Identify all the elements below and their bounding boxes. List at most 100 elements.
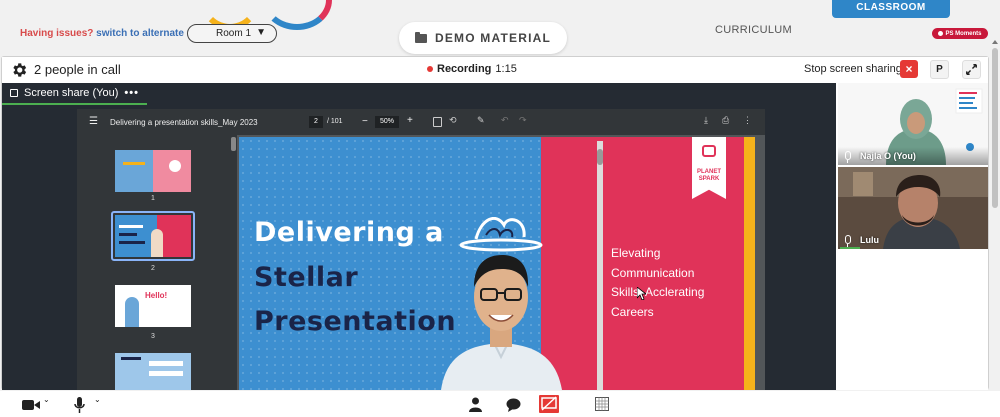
microphone-icon (845, 151, 851, 163)
participant-tile[interactable]: Najla O (You) (838, 83, 988, 165)
logo-line2: SPARK (698, 175, 720, 182)
participant-name: Najla O (You) (860, 151, 916, 161)
demo-material-label: DEMO MATERIAL (434, 31, 552, 45)
zoom-level-input[interactable]: 50% (375, 116, 399, 128)
page-thumbnail-number: 2 (151, 265, 155, 272)
classroom-tab[interactable]: CLASSROOM (832, 0, 950, 18)
screen-share-icon[interactable] (539, 395, 559, 413)
slide-subtitle: Elevating Communication Skills, Acclerat… (611, 244, 741, 322)
person-icon[interactable] (469, 397, 482, 412)
connection-issues-notice: Having issues? switch to alternate room (20, 28, 212, 39)
pdf-viewer: ☰ Delivering a presentation skills_May 2… (77, 109, 765, 390)
recording-indicator: Recording 1:15 (427, 63, 517, 75)
annotate-icon[interactable]: ✎ (477, 115, 485, 126)
zoom-in-icon[interactable]: + (407, 115, 413, 126)
slide-heading-line3: Presentation (254, 306, 457, 337)
slide-yellow-strip (744, 137, 755, 390)
participant-tiles: Najla O (You) Lulu (836, 83, 988, 390)
curriculum-tab[interactable]: CURRICULUM (715, 24, 792, 36)
page-number-input[interactable]: 2 (309, 116, 323, 128)
chat-bubble-icon[interactable] (506, 398, 521, 412)
ps-moments-button[interactable]: PS Moments (932, 28, 988, 39)
chevron-down-icon[interactable]: ⌄ (43, 395, 50, 404)
slide-subtitle-line: Careers (611, 304, 654, 319)
room-select[interactable]: Room 1 ▼ (187, 24, 277, 43)
scroll-up-icon[interactable] (992, 40, 998, 44)
stop-sharing-button[interactable]: × (900, 60, 918, 78)
microphone-icon[interactable] (74, 397, 85, 413)
slide-subtitle-line: Skills, Acclerating (611, 285, 705, 299)
page-thumbnail-number: 3 (151, 333, 155, 340)
issues-question: Having issues? (20, 28, 94, 39)
planet-spark-logo: PLANET SPARK (692, 137, 726, 199)
call-toolbar: 2 people in call Recording 1:15 Stop scr… (2, 57, 988, 83)
print-icon[interactable]: ⎙ (722, 115, 729, 126)
top-header: Having issues? switch to alternate room … (0, 0, 1000, 56)
screen-icon (10, 89, 18, 97)
chevron-down-icon[interactable]: ⌄ (94, 395, 101, 404)
redo-icon[interactable]: ↷ (519, 115, 527, 126)
screen-share-stage: Screen share (You) ••• ☰ Delivering a pr… (2, 83, 836, 390)
thumb-decoration (121, 357, 141, 360)
page-thumbnail-3[interactable]: Hello! (115, 285, 191, 327)
thumb-decoration (119, 225, 143, 228)
room-select-value: Room 1 (216, 28, 252, 39)
thumb-decoration (149, 371, 183, 376)
slide-subtitle-line: Elevating (611, 246, 661, 260)
people-count: 2 people in call (34, 62, 121, 77)
robot-icon (702, 145, 716, 157)
gear-icon[interactable] (10, 61, 28, 79)
slide-heading-line2: Stellar (254, 262, 359, 293)
thumb-decoration (151, 229, 163, 257)
bottom-controls: ⌄ ⌄ (0, 391, 1000, 417)
mouse-cursor-icon (637, 287, 646, 300)
download-icon[interactable]: ⤓ (704, 115, 708, 126)
page-thumbnail-1[interactable] (115, 150, 191, 192)
speaking-indicator (840, 247, 860, 249)
folder-icon (414, 31, 427, 43)
recording-label: Recording (437, 63, 492, 75)
page-thumbnail-4[interactable] (115, 353, 191, 390)
demo-material-button[interactable]: DEMO MATERIAL (399, 22, 567, 54)
whiteboard-icon[interactable] (595, 397, 609, 411)
recording-time: 1:15 (495, 63, 517, 75)
thumb-decoration (125, 297, 139, 327)
ps-moments-label: PS Moments (945, 30, 982, 37)
slide-scrollbar-thumb[interactable] (597, 149, 603, 165)
zoom-out-icon[interactable]: − (362, 116, 368, 127)
rotate-icon[interactable]: ⟲ (449, 115, 457, 126)
pdf-toolbar: ☰ Delivering a presentation skills_May 2… (77, 109, 765, 135)
thumb-decoration (119, 241, 145, 244)
thumb-decoration (149, 361, 183, 366)
more-vert-icon[interactable]: ⋮ (743, 115, 752, 126)
chevron-down-icon: ▼ (256, 27, 266, 38)
participant-tile[interactable]: Lulu (838, 167, 988, 249)
page-thumbnail-2[interactable] (115, 215, 191, 257)
page-thumbnail-number: 1 (151, 195, 155, 202)
thumb-decoration (123, 162, 145, 165)
slide-subtitle-line: Communication (611, 265, 695, 280)
screen-share-tab[interactable]: Screen share (You) ••• (2, 83, 147, 105)
page-scrollbar[interactable] (990, 40, 1000, 390)
slide-heading-line1: Delivering a (254, 217, 444, 248)
more-options-icon[interactable]: ••• (124, 87, 139, 99)
thumb-decoration (119, 233, 137, 236)
screen-share-label: Screen share (You) (24, 87, 119, 99)
recording-dot-icon (427, 66, 433, 72)
thumb-decoration (169, 160, 181, 172)
slide-scrollbar[interactable] (597, 141, 603, 390)
page-scrollbar-thumb[interactable] (992, 48, 998, 208)
presenter-illustration (441, 217, 562, 390)
fit-page-icon[interactable] (433, 117, 442, 127)
video-camera-icon[interactable] (22, 399, 40, 411)
call-panel: 2 people in call Recording 1:15 Stop scr… (1, 56, 989, 390)
menu-icon[interactable]: ☰ (89, 116, 98, 127)
thumbnail-scrollbar[interactable] (231, 137, 236, 151)
undo-icon[interactable]: ↶ (501, 115, 509, 126)
classroom-app: Having issues? switch to alternate room … (0, 0, 1000, 417)
page-total: / 101 (327, 118, 343, 125)
fullscreen-icon[interactable] (962, 60, 981, 79)
pin-button[interactable]: P (930, 60, 949, 79)
participant-name: Lulu (860, 235, 879, 245)
stop-screen-sharing-label[interactable]: Stop screen sharing (804, 63, 902, 75)
